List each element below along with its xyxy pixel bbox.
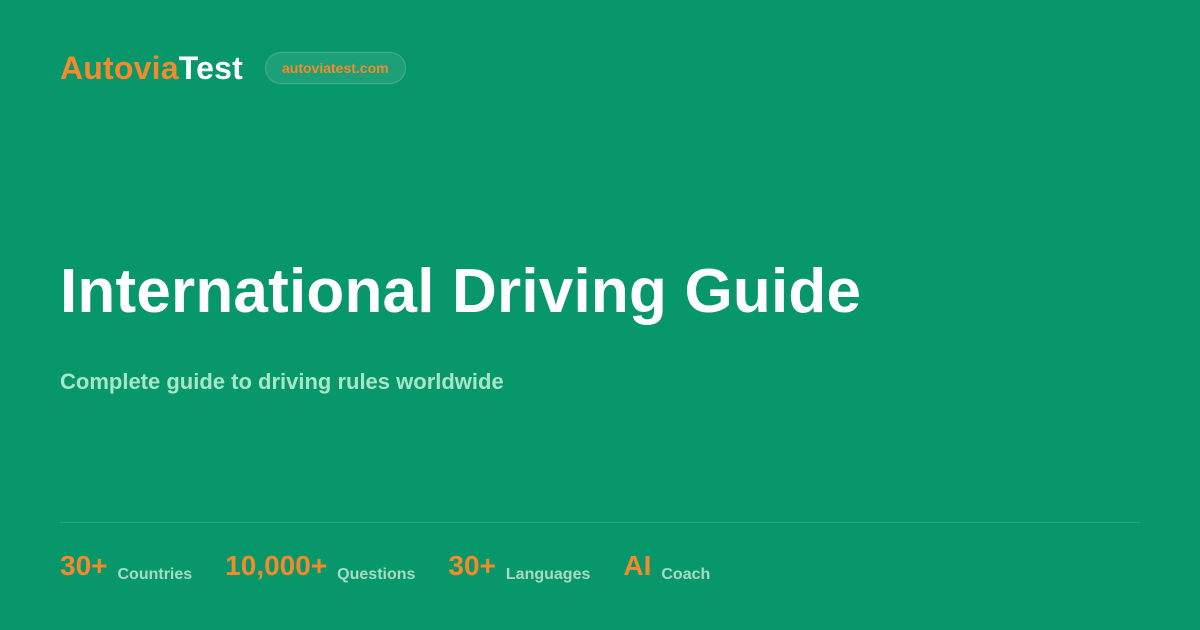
page-title: International Driving Guide	[60, 257, 862, 326]
url-badge[interactable]: autoviatest.com	[264, 52, 406, 84]
page-subtitle: Complete guide to driving rules worldwid…	[60, 369, 504, 394]
brand-row: AutoviaTest autoviatest.com	[60, 48, 406, 88]
stat-countries: 30+ Countries	[60, 548, 192, 584]
stat-label: Languages	[505, 566, 591, 583]
stat-value: AI	[623, 550, 652, 581]
brand-name-part1: Autovia	[60, 50, 179, 86]
stat-ai-coach: AI Coach	[623, 548, 710, 584]
stat-value: 30+	[60, 550, 108, 581]
brand-logo[interactable]: AutoviaTest	[60, 48, 243, 88]
stat-value: 30+	[448, 550, 496, 581]
stat-value: 10,000+	[225, 550, 328, 581]
stats-row: 30+ Countries 10,000+ Questions 30+ Lang…	[60, 548, 743, 588]
stat-label: Questions	[337, 566, 416, 583]
brand-name-part2: Test	[178, 50, 243, 86]
divider	[60, 522, 1140, 523]
stat-questions: 10,000+ Questions	[225, 548, 415, 584]
stat-label: Countries	[117, 566, 193, 583]
stat-label: Coach	[661, 566, 711, 583]
stat-languages: 30+ Languages	[448, 548, 590, 584]
